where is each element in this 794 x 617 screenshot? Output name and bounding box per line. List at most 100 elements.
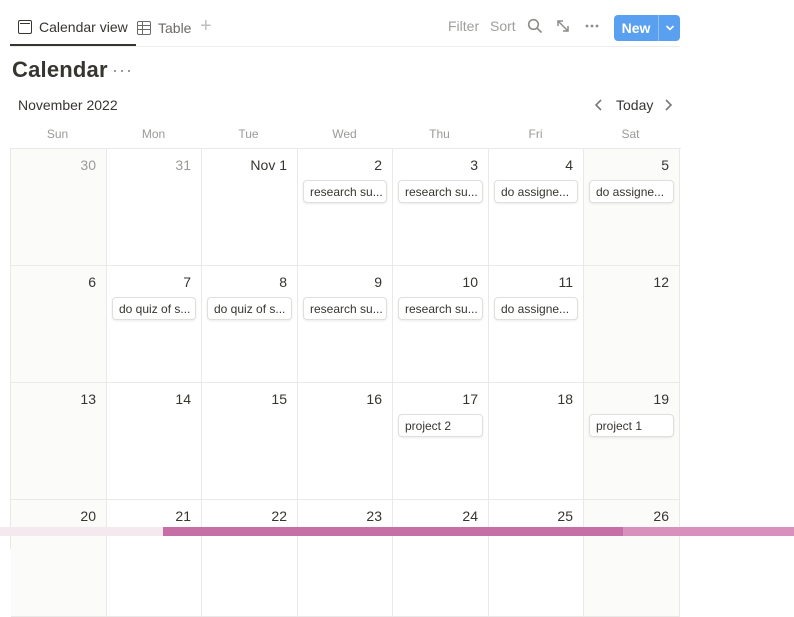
day-cell[interactable]: 22	[202, 500, 298, 617]
day-cell[interactable]: 21	[107, 500, 202, 617]
day-number: 9	[374, 274, 382, 290]
taskbar-segment	[163, 527, 623, 536]
day-number: 22	[271, 508, 287, 524]
calendar-grid: 30 31 Nov 1 2 research su... 3 research su... 4…	[10, 148, 681, 617]
next-month-icon[interactable]	[661, 95, 675, 115]
day-cell[interactable]: 7 do quiz of s...	[107, 266, 202, 383]
weekday-header: Sun	[46, 127, 69, 141]
day-number: 11	[558, 274, 573, 290]
expand-icon[interactable]	[553, 16, 573, 36]
new-button[interactable]: New	[614, 15, 680, 41]
day-number: 26	[653, 508, 669, 524]
day-cell[interactable]: 10 research su...	[393, 266, 489, 383]
tab-calendar-view[interactable]: Calendar view	[10, 10, 136, 46]
day-number: 17	[462, 391, 478, 407]
filter-button[interactable]: Filter	[448, 18, 479, 34]
taskbar-strip	[0, 527, 794, 536]
day-number: 18	[557, 391, 573, 407]
chevron-down-icon[interactable]	[659, 24, 680, 32]
day-number: 23	[366, 508, 382, 524]
day-cell[interactable]: 13	[11, 383, 107, 500]
weekday-header: Thu	[429, 127, 450, 141]
day-cell[interactable]: 18	[489, 383, 584, 500]
view-tabs: Calendar view Table + Filter Sort	[10, 0, 680, 47]
day-number: 16	[366, 391, 382, 407]
month-label: November 2022	[18, 97, 118, 113]
day-cell[interactable]: 11 do assigne...	[489, 266, 584, 383]
more-options-icon[interactable]	[582, 16, 602, 36]
day-cell[interactable]: 26	[584, 500, 680, 617]
event-card[interactable]: do assigne...	[494, 297, 578, 320]
weekday-header: Fri	[528, 127, 543, 141]
day-number: 25	[557, 508, 573, 524]
weekday-header: Mon	[141, 127, 166, 141]
day-number: 8	[279, 274, 287, 290]
day-number: 12	[653, 274, 669, 290]
day-number: Nov 1	[250, 157, 287, 173]
day-number: 4	[565, 157, 573, 173]
day-cell[interactable]: 9 research su...	[298, 266, 393, 383]
day-number: 6	[88, 274, 96, 290]
weekday-header: Tue	[238, 127, 259, 141]
event-card[interactable]: research su...	[398, 180, 483, 203]
day-cell[interactable]: 6	[11, 266, 107, 383]
prev-month-icon[interactable]	[592, 95, 606, 115]
add-view-icon[interactable]: +	[200, 16, 212, 36]
day-cell[interactable]: 30	[11, 149, 107, 266]
event-card[interactable]: do assigne...	[494, 180, 578, 203]
page-title: Calendar	[12, 57, 108, 82]
day-number: 14	[175, 391, 191, 407]
day-number: 15	[271, 391, 287, 407]
day-cell[interactable]: 14	[107, 383, 202, 500]
day-cell[interactable]: 31	[107, 149, 202, 266]
day-cell[interactable]: 20	[11, 500, 107, 617]
tab-table-label: Table	[158, 20, 192, 36]
day-cell[interactable]: 12	[584, 266, 680, 383]
event-card[interactable]: do quiz of s...	[112, 297, 196, 320]
sort-button[interactable]: Sort	[490, 18, 516, 34]
day-number: 30	[80, 157, 96, 173]
today-button[interactable]: Today	[616, 97, 653, 113]
day-number: 10	[462, 274, 478, 290]
day-cell[interactable]: 4 do assigne...	[489, 149, 584, 266]
day-cell[interactable]: 15	[202, 383, 298, 500]
day-cell[interactable]: 23	[298, 500, 393, 617]
day-number: 2	[374, 157, 382, 173]
new-button-label: New	[614, 15, 659, 41]
day-number: 7	[183, 274, 191, 290]
event-card[interactable]: project 2	[398, 414, 483, 437]
tab-table[interactable]: Table	[137, 10, 191, 46]
day-cell[interactable]: 16	[298, 383, 393, 500]
day-number: 5	[661, 157, 669, 173]
calendar-icon	[18, 20, 32, 34]
day-cell[interactable]: 19 project 1	[584, 383, 680, 500]
day-number: 31	[175, 157, 191, 173]
day-number: 3	[470, 157, 478, 173]
tab-calendar-view-label: Calendar view	[39, 19, 128, 35]
day-cell[interactable]: 8 do quiz of s...	[202, 266, 298, 383]
day-number: 19	[653, 391, 669, 407]
day-number: 13	[80, 391, 96, 407]
event-card[interactable]: do quiz of s...	[207, 297, 292, 320]
day-cell[interactable]: 25	[489, 500, 584, 617]
day-cell[interactable]: 5 do assigne...	[584, 149, 680, 266]
table-icon	[137, 21, 151, 35]
taskbar-segment	[623, 527, 794, 536]
day-cell[interactable]: 2 research su...	[298, 149, 393, 266]
day-cell[interactable]: 24	[393, 500, 489, 617]
day-cell[interactable]: 3 research su...	[393, 149, 489, 266]
day-number: 24	[462, 508, 478, 524]
event-card[interactable]: research su...	[303, 297, 387, 320]
event-card[interactable]: research su...	[303, 180, 387, 203]
day-cell[interactable]: 17 project 2	[393, 383, 489, 500]
search-icon[interactable]	[525, 16, 545, 36]
day-cell[interactable]: Nov 1	[202, 149, 298, 266]
event-card[interactable]: research su...	[398, 297, 483, 320]
weekday-header: Wed	[332, 127, 357, 141]
event-card[interactable]: project 1	[589, 414, 674, 437]
day-number: 20	[80, 508, 96, 524]
event-card[interactable]: do assigne...	[589, 180, 674, 203]
title-more-icon[interactable]: ···	[112, 60, 133, 81]
day-number: 21	[175, 508, 191, 524]
weekday-header: Sat	[621, 127, 640, 141]
